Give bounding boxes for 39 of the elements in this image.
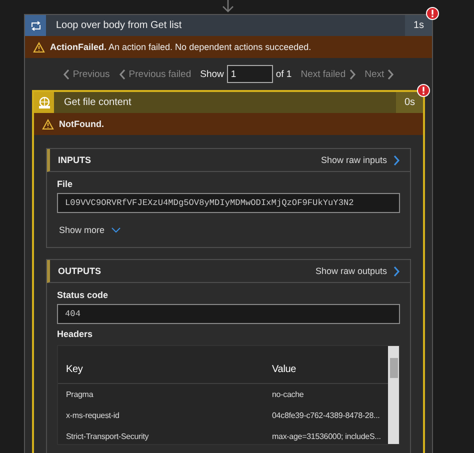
table-cell-text: Strict-Transport-Security — [66, 432, 150, 441]
chevron-left-icon — [118, 68, 126, 80]
loop-title: Loop over body from Get list — [55, 19, 183, 33]
show-more-link[interactable]: Show more — [57, 218, 121, 239]
column-header: Key — [66, 364, 84, 374]
input-field[interactable]: 404 — [57, 304, 400, 324]
section-title: OUTPUTS — [58, 266, 102, 276]
chevron-right-icon — [387, 68, 394, 80]
chevron-right-icon — [393, 266, 400, 276]
section-title: INPUTS — [58, 155, 92, 165]
arrow-down-icon — [222, 0, 234, 13]
column-header: Value — [272, 364, 298, 374]
duration-label: 1s — [405, 15, 432, 36]
warning-icon — [33, 42, 45, 52]
chevron-down-icon — [110, 227, 121, 233]
raw-link[interactable]: Show raw inputs — [320, 154, 400, 166]
action-title: Get file content — [54, 92, 396, 113]
field-label: Status code — [57, 290, 110, 300]
show-label: Show — [200, 68, 224, 80]
duration-label: 0s — [396, 92, 423, 113]
table-cell-text: x-ms-request-id — [66, 411, 120, 420]
error-message: NotFound. — [59, 119, 104, 129]
page-count: of 1 — [276, 68, 292, 80]
chevron-right-icon — [393, 154, 400, 166]
error-message: ActionFailed. An action failed. No dependent actions succeeded. — [50, 42, 312, 52]
table-cell-text: max-age=31536000; includeS... — [272, 432, 382, 441]
table-cell-text: no-cache — [272, 390, 305, 399]
raw-link[interactable]: Show raw outputs — [315, 266, 400, 276]
page-input[interactable]: 1 — [226, 65, 273, 83]
chevron-right-icon — [348, 68, 356, 80]
loop-icon — [25, 15, 46, 36]
field-label: File — [57, 179, 74, 189]
input-field[interactable]: L09VVC9ORVRfVFJEXzU4MDg5OV8yMDIyMDMwODIxMjQzOF9FUkYuY3N2 — [57, 193, 400, 213]
warning-icon — [42, 118, 54, 130]
scrollbar[interactable] — [388, 346, 399, 444]
table-cell-text: Pragma — [66, 390, 94, 399]
table-cell-text: 04c8fe39-c762-4389-8478-28... — [272, 411, 381, 420]
chevron-left-icon — [62, 68, 70, 80]
field-label: Headers — [57, 329, 94, 339]
